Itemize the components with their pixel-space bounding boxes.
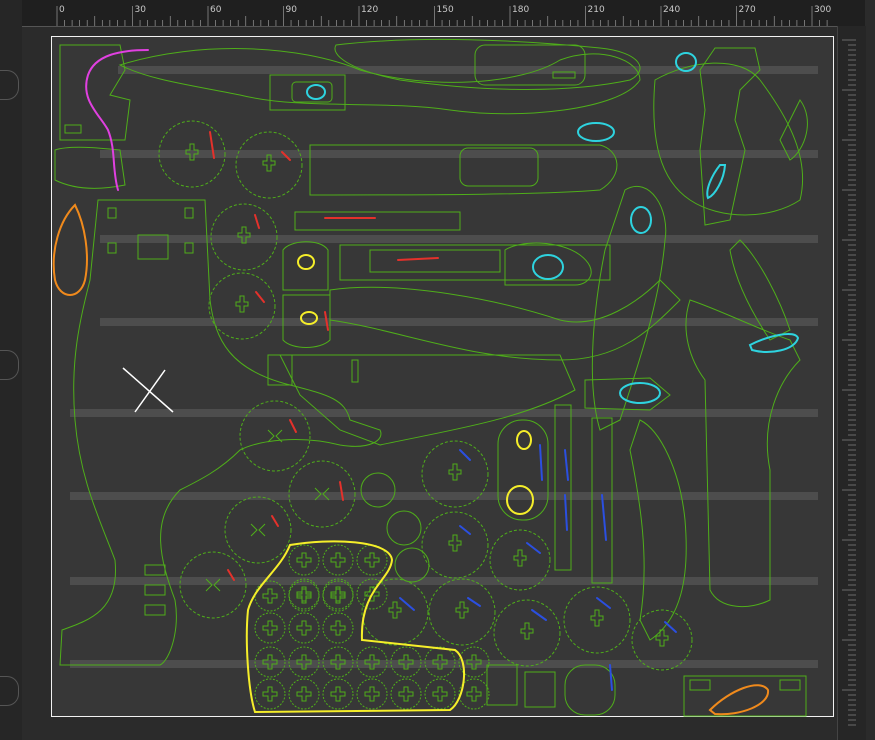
cut-part[interactable] [59, 199, 382, 666]
cyan-stroke [630, 206, 652, 234]
cyan-stroke [532, 254, 564, 280]
cut-slot[interactable] [474, 44, 586, 86]
yellow-stroke [516, 430, 532, 450]
vertical-ruler-ticks [842, 39, 856, 726]
cross-marker-icon[interactable] [122, 367, 174, 413]
ruler-label: 0 [59, 5, 65, 15]
ruler-ticks: 0 30 60 90 120 150 180 210 240 270 300 [56, 5, 831, 26]
small-gear-part[interactable] [288, 678, 320, 710]
cyan-stroke [706, 164, 727, 200]
gear-part[interactable] [224, 496, 292, 564]
gear-part[interactable] [235, 131, 303, 199]
ruler-label: 150 [437, 5, 454, 15]
small-gear-part[interactable] [390, 678, 422, 710]
small-gear-part[interactable] [254, 580, 286, 612]
engrave-bar [100, 235, 818, 243]
ruler-label: 30 [135, 5, 147, 15]
ruler-label: 180 [512, 5, 529, 15]
cut-rod[interactable] [554, 404, 572, 571]
cut-part[interactable] [279, 354, 576, 446]
cut-part[interactable] [59, 44, 131, 141]
small-gear-part[interactable] [288, 544, 320, 576]
cut-circle[interactable] [394, 547, 430, 583]
ruler-label: 60 [210, 5, 222, 15]
cut-part[interactable] [591, 186, 667, 431]
engrave-bar [100, 318, 818, 326]
cut-slot[interactable] [486, 664, 518, 706]
cyan-stroke [306, 84, 326, 100]
cut-part[interactable] [584, 377, 671, 411]
small-gear-part[interactable] [322, 580, 354, 612]
ruler-label: 210 [588, 5, 605, 15]
cut-slot[interactable] [144, 564, 166, 576]
ruler-label: 240 [663, 5, 680, 15]
laser-cutter-workspace: 0 30 60 90 120 150 180 210 240 270 300 [0, 0, 875, 740]
small-gear-part[interactable] [288, 580, 320, 612]
cut-circle[interactable] [386, 510, 422, 546]
cut-rod[interactable] [564, 664, 616, 716]
small-gear-part[interactable] [254, 678, 286, 710]
cyan-stroke [619, 382, 661, 404]
cut-slot[interactable] [524, 671, 556, 708]
cyan-stroke [577, 122, 615, 142]
cut-slot[interactable] [351, 359, 359, 383]
gear-part[interactable] [493, 599, 561, 667]
yellow-stroke [297, 254, 315, 270]
small-gear-grid[interactable] [254, 544, 490, 710]
small-gear-part[interactable] [322, 678, 354, 710]
engrave-bar [100, 150, 818, 158]
gear-part[interactable] [361, 578, 429, 646]
cut-paths[interactable] [54, 38, 808, 717]
cut-slot[interactable] [144, 604, 166, 616]
engrave-bar [70, 492, 818, 500]
cut-part[interactable] [629, 419, 687, 641]
gear-part[interactable] [428, 578, 496, 646]
small-gear-part[interactable] [322, 612, 354, 644]
cut-slot[interactable] [267, 354, 293, 386]
cut-part[interactable] [282, 241, 329, 291]
cut-slot[interactable] [107, 242, 117, 254]
cut-part[interactable] [118, 48, 641, 115]
small-gear-part[interactable] [254, 612, 286, 644]
ruler-label: 300 [814, 5, 831, 15]
gear-part[interactable] [208, 272, 276, 340]
small-gear-part[interactable] [424, 678, 456, 710]
orange-stroke [52, 203, 88, 296]
cut-slot[interactable] [184, 242, 194, 254]
ruler-label: 120 [361, 5, 378, 15]
ruler-label: 270 [739, 5, 756, 15]
cut-slot[interactable] [369, 249, 501, 273]
yellow-stroke [245, 540, 466, 714]
cut-slot[interactable] [144, 584, 166, 596]
small-gear-part[interactable] [288, 612, 320, 644]
cut-circle[interactable] [360, 472, 396, 508]
small-gear-part[interactable] [322, 544, 354, 576]
orange-stroke [708, 684, 770, 716]
gear-part[interactable] [421, 511, 489, 579]
cut-slot[interactable] [64, 124, 82, 134]
red-marks [209, 131, 439, 581]
cut-slot[interactable] [779, 679, 801, 691]
cut-slot[interactable] [294, 211, 461, 231]
cut-part[interactable] [334, 38, 641, 90]
design-canvas[interactable]: 0 30 60 90 120 150 180 210 240 270 300 [0, 0, 875, 740]
cut-slot[interactable] [184, 207, 194, 219]
cut-slot[interactable] [689, 679, 711, 691]
cyan-stroke [748, 333, 800, 353]
cut-slot[interactable] [107, 207, 117, 219]
ruler-label: 90 [286, 5, 298, 15]
engrave-bar [118, 66, 818, 74]
cut-part[interactable] [685, 299, 801, 608]
small-gear-part[interactable] [356, 678, 388, 710]
raster-engrave-bars [70, 66, 818, 668]
gear-part[interactable] [563, 586, 631, 654]
